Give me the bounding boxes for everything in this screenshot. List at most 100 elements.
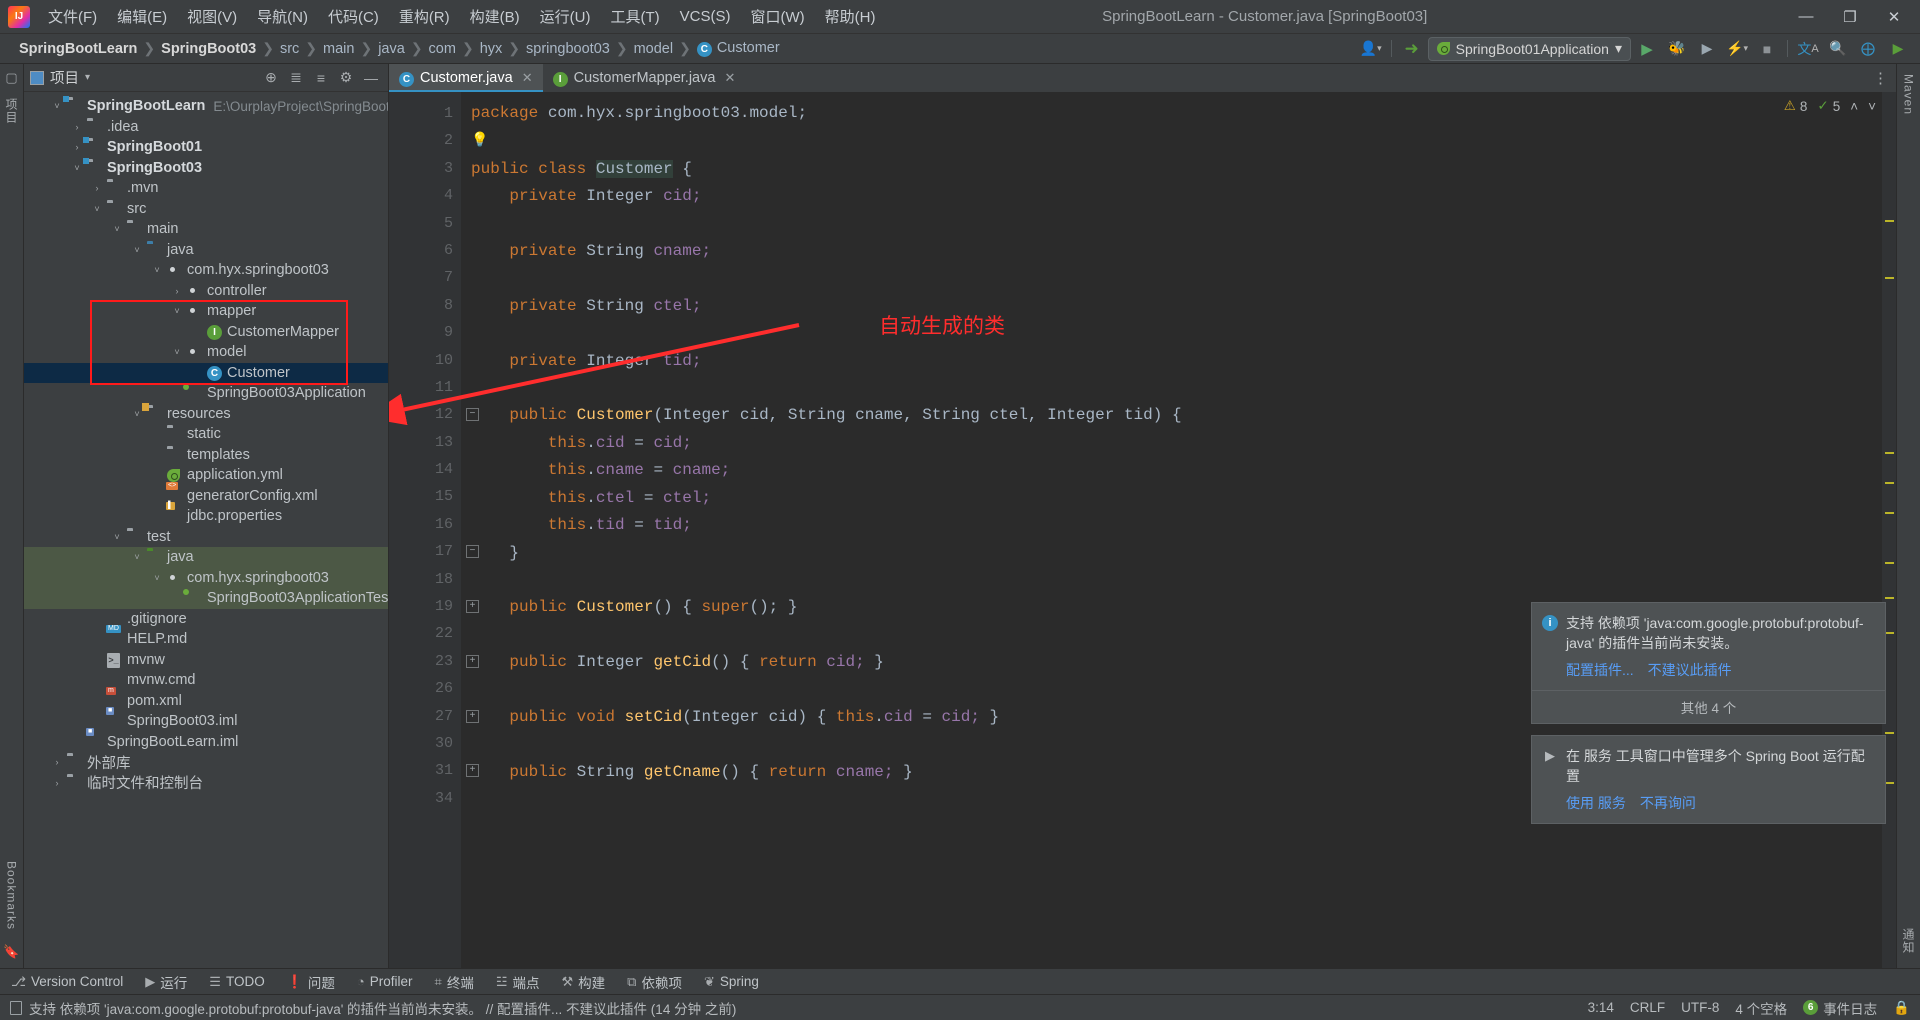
- tree-expand-arrow[interactable]: ›: [170, 286, 184, 296]
- code-line[interactable]: private String ctel;: [471, 293, 1882, 320]
- inspection-widget[interactable]: ⚠ 8 ✓ 5 ˄ ˅: [1784, 98, 1876, 114]
- error-marker-strip[interactable]: [1882, 92, 1896, 968]
- menu-navigate[interactable]: 导航(N): [247, 2, 318, 31]
- tool-window-button--[interactable]: ❗ 问题: [276, 969, 346, 995]
- tree-item-springboot03[interactable]: ˅ SpringBoot03: [24, 158, 388, 179]
- use-services-link[interactable]: 使用 服务: [1566, 793, 1626, 813]
- menu-run[interactable]: 运行(U): [530, 2, 601, 31]
- updates-icon[interactable]: ⨁: [1854, 37, 1882, 61]
- tool-window-button--[interactable]: ☳ 端点: [485, 969, 551, 995]
- tree-item-mvnw[interactable]: >_ mvnw: [24, 650, 388, 671]
- code-line[interactable]: [471, 320, 1882, 347]
- code-line[interactable]: private String cname;: [471, 238, 1882, 265]
- collapse-all-icon[interactable]: ≡: [310, 67, 332, 89]
- tree-item-idea[interactable]: › .idea: [24, 117, 388, 138]
- tree-expand-arrow[interactable]: ›: [70, 122, 84, 132]
- maximize-button[interactable]: ❐: [1828, 1, 1872, 33]
- main-menu[interactable]: 文件(F) 编辑(E) 视图(V) 导航(N) 代码(C) 重构(R) 构建(B…: [38, 2, 885, 31]
- tool-window-button--[interactable]: ⧉ 依赖项: [616, 969, 693, 995]
- code-fold-icon[interactable]: +: [466, 709, 479, 723]
- tree-expand-arrow[interactable]: ›: [50, 778, 64, 788]
- tree-expand-arrow[interactable]: ˅: [130, 552, 144, 562]
- breadcrumb-item-hyx[interactable]: hyx: [475, 41, 508, 57]
- expand-all-icon[interactable]: ≣: [285, 67, 307, 89]
- tree-item-springboot01[interactable]: › SpringBoot01: [24, 137, 388, 158]
- bookmarks-icon[interactable]: 🔖: [3, 944, 19, 960]
- search-icon[interactable]: 🔍: [1824, 37, 1852, 61]
- code-line[interactable]: [471, 567, 1882, 594]
- tree-item-mvn[interactable]: › .mvn: [24, 178, 388, 199]
- tool-window-notifications-label[interactable]: 通知: [1900, 928, 1917, 954]
- tool-window-button-version-control[interactable]: ⎇ Version Control: [0, 969, 134, 995]
- configure-plugin-link[interactable]: 配置插件...: [1566, 660, 1634, 680]
- select-opened-file-icon[interactable]: ⊕: [260, 67, 282, 89]
- code-line[interactable]: private Integer tid;: [471, 348, 1882, 375]
- tree-item-com-hyx-springboot03[interactable]: ˅ com.hyx.springboot03: [24, 567, 388, 588]
- tree-item-test[interactable]: ˅ test: [24, 527, 388, 548]
- tree-item-help-md[interactable]: MD HELP.md: [24, 625, 388, 650]
- code-fold-icon[interactable]: −: [466, 408, 479, 422]
- tree-item-main[interactable]: ˅ main: [24, 219, 388, 240]
- code-line[interactable]: this.cid = cid;: [471, 430, 1882, 457]
- code-fold-icon[interactable]: +: [466, 600, 479, 614]
- menu-window[interactable]: 窗口(W): [740, 2, 814, 31]
- translate-icon[interactable]: 文A: [1794, 37, 1822, 61]
- notification-protobuf-plugin[interactable]: i 支持 依赖项 'java:com.google.protobuf:proto…: [1531, 602, 1886, 724]
- menu-file[interactable]: 文件(F): [38, 2, 107, 31]
- event-log-widget[interactable]: 6 事件日志: [1803, 998, 1877, 1018]
- code-line[interactable]: }: [471, 540, 1882, 567]
- status-message[interactable]: 支持 依赖项 'java:com.google.protobuf:protobu…: [29, 998, 736, 1018]
- code-line[interactable]: this.cname = cname;: [471, 457, 1882, 484]
- tree-expand-arrow[interactable]: ˅: [110, 224, 124, 234]
- code-fold-icon[interactable]: +: [466, 764, 479, 778]
- code-line[interactable]: 💡: [471, 127, 1882, 155]
- tree-item-resources[interactable]: ˅ resources: [24, 404, 388, 425]
- prev-problem-icon[interactable]: ˄: [1850, 99, 1858, 114]
- tree-expand-arrow[interactable]: ˅: [130, 245, 144, 255]
- code-line[interactable]: public Customer(Integer cid, String cnam…: [471, 402, 1882, 429]
- run-with-coverage-icon[interactable]: ▶​: [1693, 37, 1721, 61]
- menu-code[interactable]: 代码(C): [318, 2, 389, 31]
- notification-spring-services[interactable]: ▶ 在 服务 工具窗口中管理多个 Spring Boot 运行配置 使用 服务 …: [1531, 735, 1886, 824]
- breadcrumb-item-com[interactable]: com: [424, 41, 461, 57]
- tree-expand-arrow[interactable]: ˅: [70, 163, 84, 173]
- more-run-options-icon[interactable]: ⚡ ▾: [1723, 37, 1751, 61]
- tree-expand-arrow[interactable]: ˅: [170, 347, 184, 357]
- tool-window-button--[interactable]: ⚒ 构建: [551, 969, 617, 995]
- notes-icon[interactable]: [10, 1000, 22, 1015]
- tree-item-mvnw-cmd[interactable]: mvnw.cmd: [24, 670, 388, 691]
- menu-edit[interactable]: 编辑(E): [107, 2, 177, 31]
- dont-ask-again-link[interactable]: 不再询问: [1640, 793, 1696, 813]
- tree-item-jdbc-properties[interactable]: ▌ jdbc.properties: [24, 502, 388, 527]
- chevron-down-icon[interactable]: ▾: [85, 72, 90, 83]
- close-button[interactable]: ✕: [1872, 1, 1916, 33]
- tree-item-[interactable]: › 临时文件和控制台: [24, 773, 388, 794]
- tree-item-com-hyx-springboot03[interactable]: ˅ com.hyx.springboot03: [24, 260, 388, 281]
- intention-bulb-icon[interactable]: 💡: [471, 133, 488, 149]
- run-configuration-selector[interactable]: SpringBoot01Application ▾: [1427, 36, 1631, 61]
- tree-item-controller[interactable]: › controller: [24, 281, 388, 302]
- tree-item-templates[interactable]: templates: [24, 445, 388, 466]
- close-icon[interactable]: ✕: [724, 70, 735, 86]
- editor-tab-customer-java[interactable]: C Customer.java ✕: [389, 64, 543, 92]
- user-profile-icon[interactable]: 👤 ▾: [1357, 37, 1385, 61]
- menu-tools[interactable]: 工具(T): [600, 2, 669, 31]
- project-tool-icon[interactable]: ▢: [5, 70, 17, 86]
- breadcrumb-item-springboot03[interactable]: SpringBoot03: [156, 41, 261, 57]
- tool-window-button-spring[interactable]: ❦ Spring: [693, 969, 770, 995]
- menu-build[interactable]: 构建(B): [460, 2, 530, 31]
- tree-expand-arrow[interactable]: ˅: [110, 532, 124, 542]
- tree-item-model[interactable]: ˅ model: [24, 342, 388, 363]
- code-line[interactable]: private Integer cid;: [471, 183, 1882, 210]
- tree-item-springboot03application[interactable]: SpringBoot03Application: [24, 383, 388, 404]
- breadcrumb-item-main[interactable]: main: [318, 41, 359, 57]
- tool-window-button-profiler[interactable]: ◔ Profiler: [346, 969, 424, 995]
- hammer-icon[interactable]: ➜: [1398, 37, 1426, 61]
- minimize-button[interactable]: —: [1784, 1, 1828, 33]
- plugin-icon[interactable]: ▶: [1884, 37, 1912, 61]
- breadcrumb[interactable]: SpringBootLearn ❯ SpringBoot03 ❯ src ❯ m…: [0, 40, 785, 57]
- tree-item-java[interactable]: ˅ java: [24, 547, 388, 568]
- close-icon[interactable]: ✕: [522, 70, 533, 86]
- breadcrumb-item-springbootlearn[interactable]: SpringBootLearn: [14, 41, 142, 57]
- breadcrumb-item-src[interactable]: src: [275, 41, 304, 57]
